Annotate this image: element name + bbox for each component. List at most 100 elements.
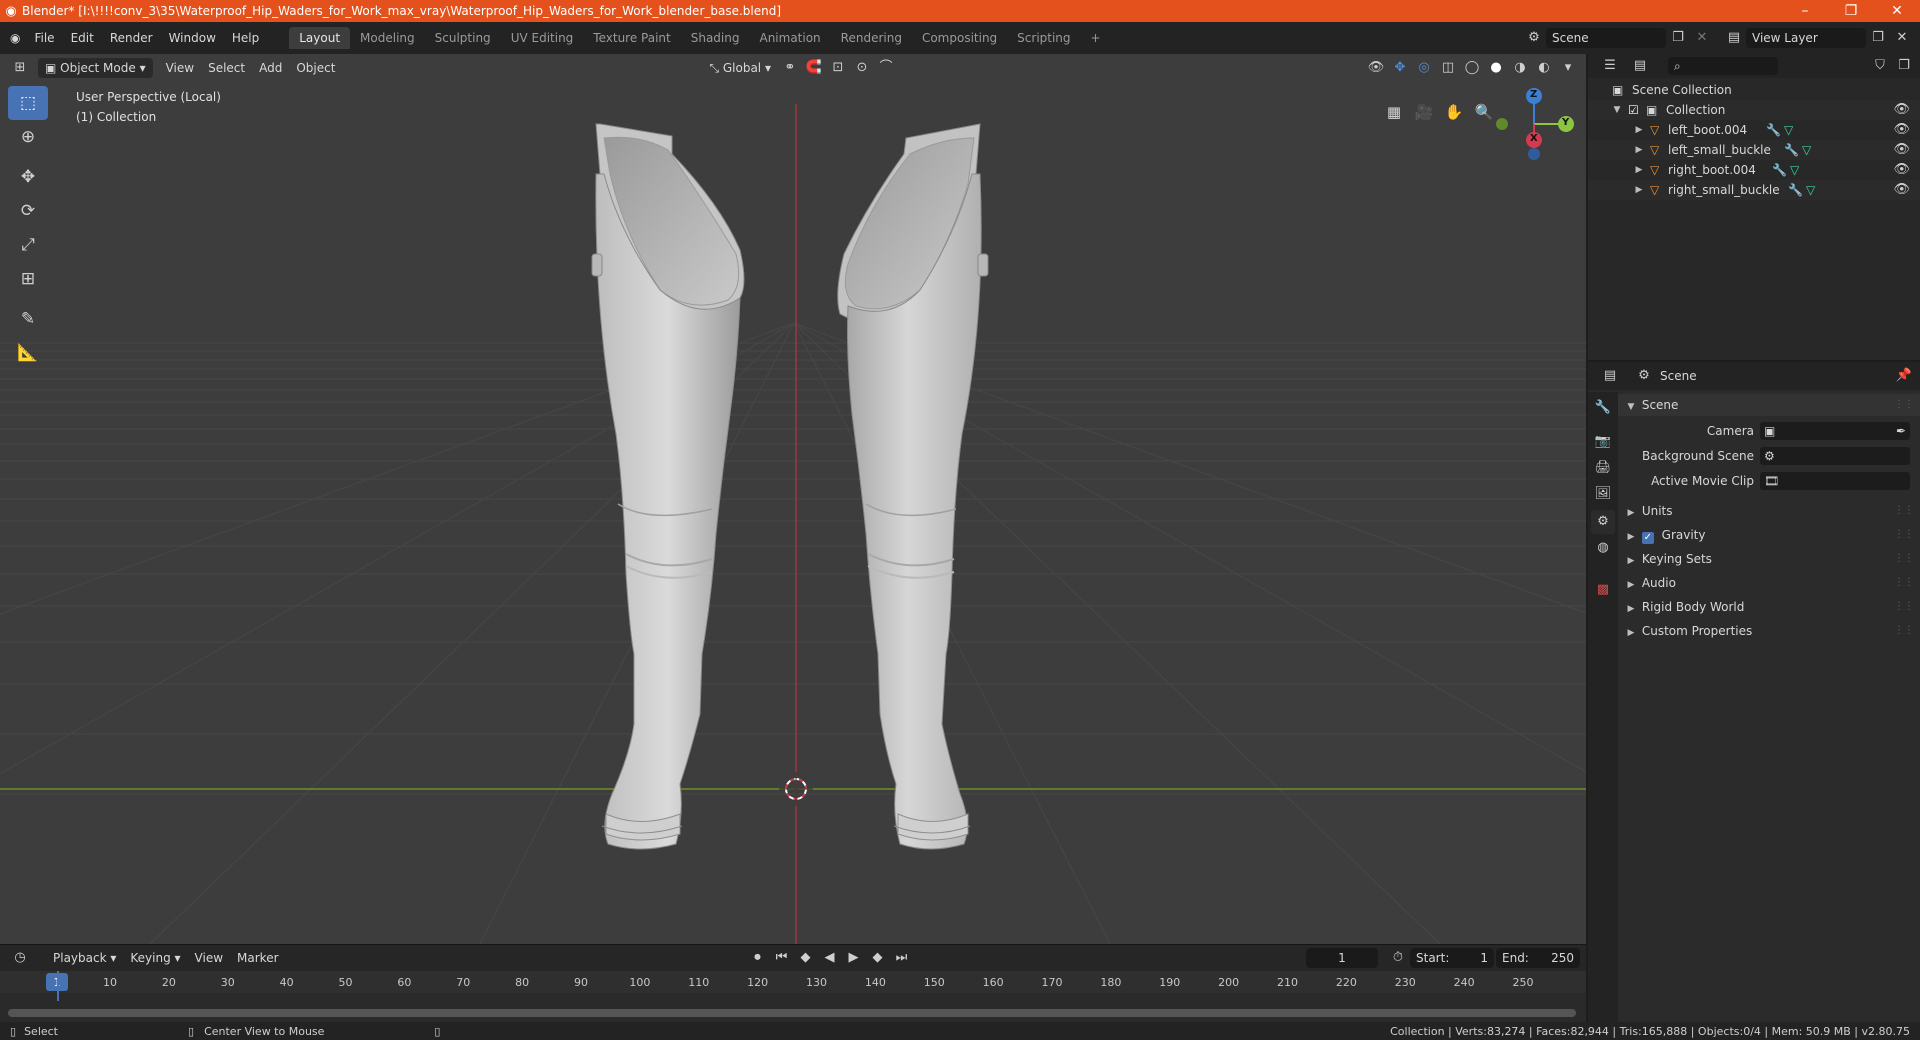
transform-orientation-dropdown[interactable]: ⤡ Global ▾ [702,58,778,78]
modifier-icon[interactable]: 🔧 [1766,120,1781,140]
active-movie-clip-field[interactable]: 🎞 [1760,472,1910,490]
annotate-tool-icon[interactable]: ✎ [8,302,48,336]
timeline-ruler[interactable]: 1102030405060708090100110120130140150160… [0,971,1586,993]
material-shading-icon[interactable]: ◑ [1508,58,1532,78]
render-tab-icon[interactable]: 📷 [1591,430,1615,454]
output-tab-icon[interactable]: 🖨 [1591,456,1615,480]
pivot-point-icon[interactable]: ⚭ [778,58,802,78]
play-icon[interactable]: ▶ [842,948,866,968]
pin-icon[interactable]: 📌 [1892,366,1916,386]
tab-animation[interactable]: Animation [749,27,830,49]
custom-properties-panel-header[interactable]: ▶ Custom Properties ⋮⋮ [1618,620,1920,642]
record-icon[interactable]: ⏺ [746,948,770,968]
drag-grip-icon[interactable]: ⋮⋮ [1894,620,1914,642]
minimize-icon[interactable]: – [1782,3,1828,19]
timeline-scrollbar[interactable] [8,1009,1576,1017]
blender-menu-icon[interactable]: ◉ [0,27,26,49]
next-keyframe-icon[interactable]: ◆ [866,948,890,968]
shading-options-icon[interactable]: ▾ [1556,58,1580,78]
expand-chevron-icon[interactable]: ▶ [1632,180,1646,200]
tab-texture-paint[interactable]: Texture Paint [583,27,680,49]
new-scene-icon[interactable]: ❐ [1666,28,1690,48]
viewport-menu-add[interactable]: Add [252,58,289,78]
end-frame-field[interactable]: End: 250 [1496,948,1580,968]
editor-type-icon[interactable]: ⊞ [8,58,32,78]
menu-help[interactable]: Help [224,27,267,49]
move-tool-icon[interactable]: ✥ [8,160,48,194]
pan-view-icon[interactable]: ✋ [1440,98,1468,126]
expand-chevron-icon[interactable]: ▶ [1632,120,1646,140]
visibility-icon[interactable]: 👁 [1364,58,1388,78]
timeline-editor-type-icon[interactable]: ◷ [8,948,32,968]
tool-tab-icon[interactable]: 🔧 [1591,396,1615,420]
rendered-shading-icon[interactable]: ◐ [1532,58,1556,78]
toggle-grid-icon[interactable]: ▦ [1380,98,1408,126]
outliner-row-collection[interactable]: ▼ ☑ ▣ Collection 👁 [1588,100,1920,120]
world-tab-icon[interactable]: ◍ [1591,536,1615,560]
scene-name-field[interactable]: Scene [1546,28,1666,48]
timeline-menu-marker[interactable]: Marker [230,948,285,968]
menu-file[interactable]: File [26,27,62,49]
start-frame-field[interactable]: Start: 1 [1410,948,1494,968]
scene-browse-icon[interactable]: ⚙ [1522,28,1546,48]
tab-rendering[interactable]: Rendering [831,27,912,49]
modifier-icon[interactable]: 🔧 [1784,140,1799,160]
modifier-icon[interactable]: 🔧 [1788,180,1803,200]
outliner-row-scene-collection[interactable]: ▣ Scene Collection [1588,80,1920,100]
drag-grip-icon[interactable]: ⋮⋮ [1894,394,1914,416]
add-workspace-icon[interactable]: + [1081,27,1111,49]
units-panel-header[interactable]: ▶ Units ⋮⋮ [1618,500,1920,522]
mesh-data-icon[interactable]: ▽ [1802,140,1811,160]
preview-range-icon[interactable]: ⏱ [1386,948,1410,968]
tab-layout[interactable]: Layout [289,27,351,49]
modifier-icon[interactable]: 🔧 [1772,160,1787,180]
cursor-tool-icon[interactable]: ⊕ [8,120,48,154]
jump-start-icon[interactable]: ⏮ [770,948,794,968]
mesh-data-icon[interactable]: ▽ [1806,180,1815,200]
transform-tool-icon[interactable]: ⊞ [8,262,48,296]
view-layer-browse-icon[interactable]: ▤ [1722,28,1746,48]
keying-sets-panel-header[interactable]: ▶ Keying Sets ⋮⋮ [1618,548,1920,570]
outliner-row-object[interactable]: ▶ ▽ right_boot.004 🔧 ▽ 👁 [1588,160,1920,180]
object-visibility-icon[interactable]: 👁 [1893,180,1910,200]
gizmo-y-label[interactable]: Y [1562,117,1569,128]
view-layer-field[interactable]: View Layer [1746,28,1866,48]
drag-grip-icon[interactable]: ⋮⋮ [1894,524,1914,546]
prev-keyframe-icon[interactable]: ◆ [794,948,818,968]
delete-view-layer-icon[interactable]: ✕ [1890,28,1914,48]
collection-checkbox[interactable]: ☑ [1628,100,1639,120]
new-collection-icon[interactable]: ❐ [1892,56,1916,76]
object-visibility-icon[interactable]: 👁 [1893,120,1910,140]
gizmo-x-label[interactable]: X [1530,133,1538,144]
outliner-row-object[interactable]: ▶ ▽ right_small_buckle 🔧 ▽ 👁 [1588,180,1920,200]
view-layer-tab-icon[interactable]: 🖼 [1591,482,1615,506]
expand-chevron-icon[interactable]: ▶ [1632,140,1646,160]
snap-target-icon[interactable]: ⊡ [826,58,850,78]
mesh-data-icon[interactable]: ▽ [1790,160,1799,180]
timeline-menu-playback[interactable]: Playback ▾ [46,948,123,968]
tab-sculpting[interactable]: Sculpting [425,27,501,49]
audio-panel-header[interactable]: ▶ Audio ⋮⋮ [1618,572,1920,594]
drag-grip-icon[interactable]: ⋮⋮ [1894,596,1914,618]
expand-chevron-icon[interactable]: ▶ [1632,160,1646,180]
wireframe-shading-icon[interactable]: ◯ [1460,58,1484,78]
drag-grip-icon[interactable]: ⋮⋮ [1894,548,1914,570]
measure-tool-icon[interactable]: 📐 [8,336,48,370]
zoom-view-icon[interactable]: 🔍 [1470,98,1498,126]
drag-grip-icon[interactable]: ⋮⋮ [1894,500,1914,522]
gizmo-z-label[interactable]: Z [1530,89,1537,100]
scale-tool-icon[interactable]: ⤢ [8,228,48,262]
tab-shading[interactable]: Shading [681,27,750,49]
delete-scene-icon[interactable]: ✕ [1690,28,1714,48]
viewport-menu-object[interactable]: Object [289,58,342,78]
scene-panel-header[interactable]: ▼ Scene ⋮⋮ [1618,394,1920,416]
close-icon[interactable]: ✕ [1874,3,1920,19]
outliner-row-object[interactable]: ▶ ▽ left_small_buckle 🔧 ▽ 👁 [1588,140,1920,160]
timeline-editor[interactable]: ◷ Playback ▾ Keying ▾ View Marker ⏺ ⏮ ◆ … [0,944,1586,1023]
drag-grip-icon[interactable]: ⋮⋮ [1894,572,1914,594]
eyedropper-icon[interactable]: ✒ [1896,420,1906,442]
jump-end-icon[interactable]: ⏭ [890,948,914,968]
mesh-data-icon[interactable]: ▽ [1784,120,1793,140]
collapse-chevron-icon[interactable]: ▼ [1610,100,1624,120]
select-box-tool-icon[interactable]: ⬚ [8,86,48,120]
